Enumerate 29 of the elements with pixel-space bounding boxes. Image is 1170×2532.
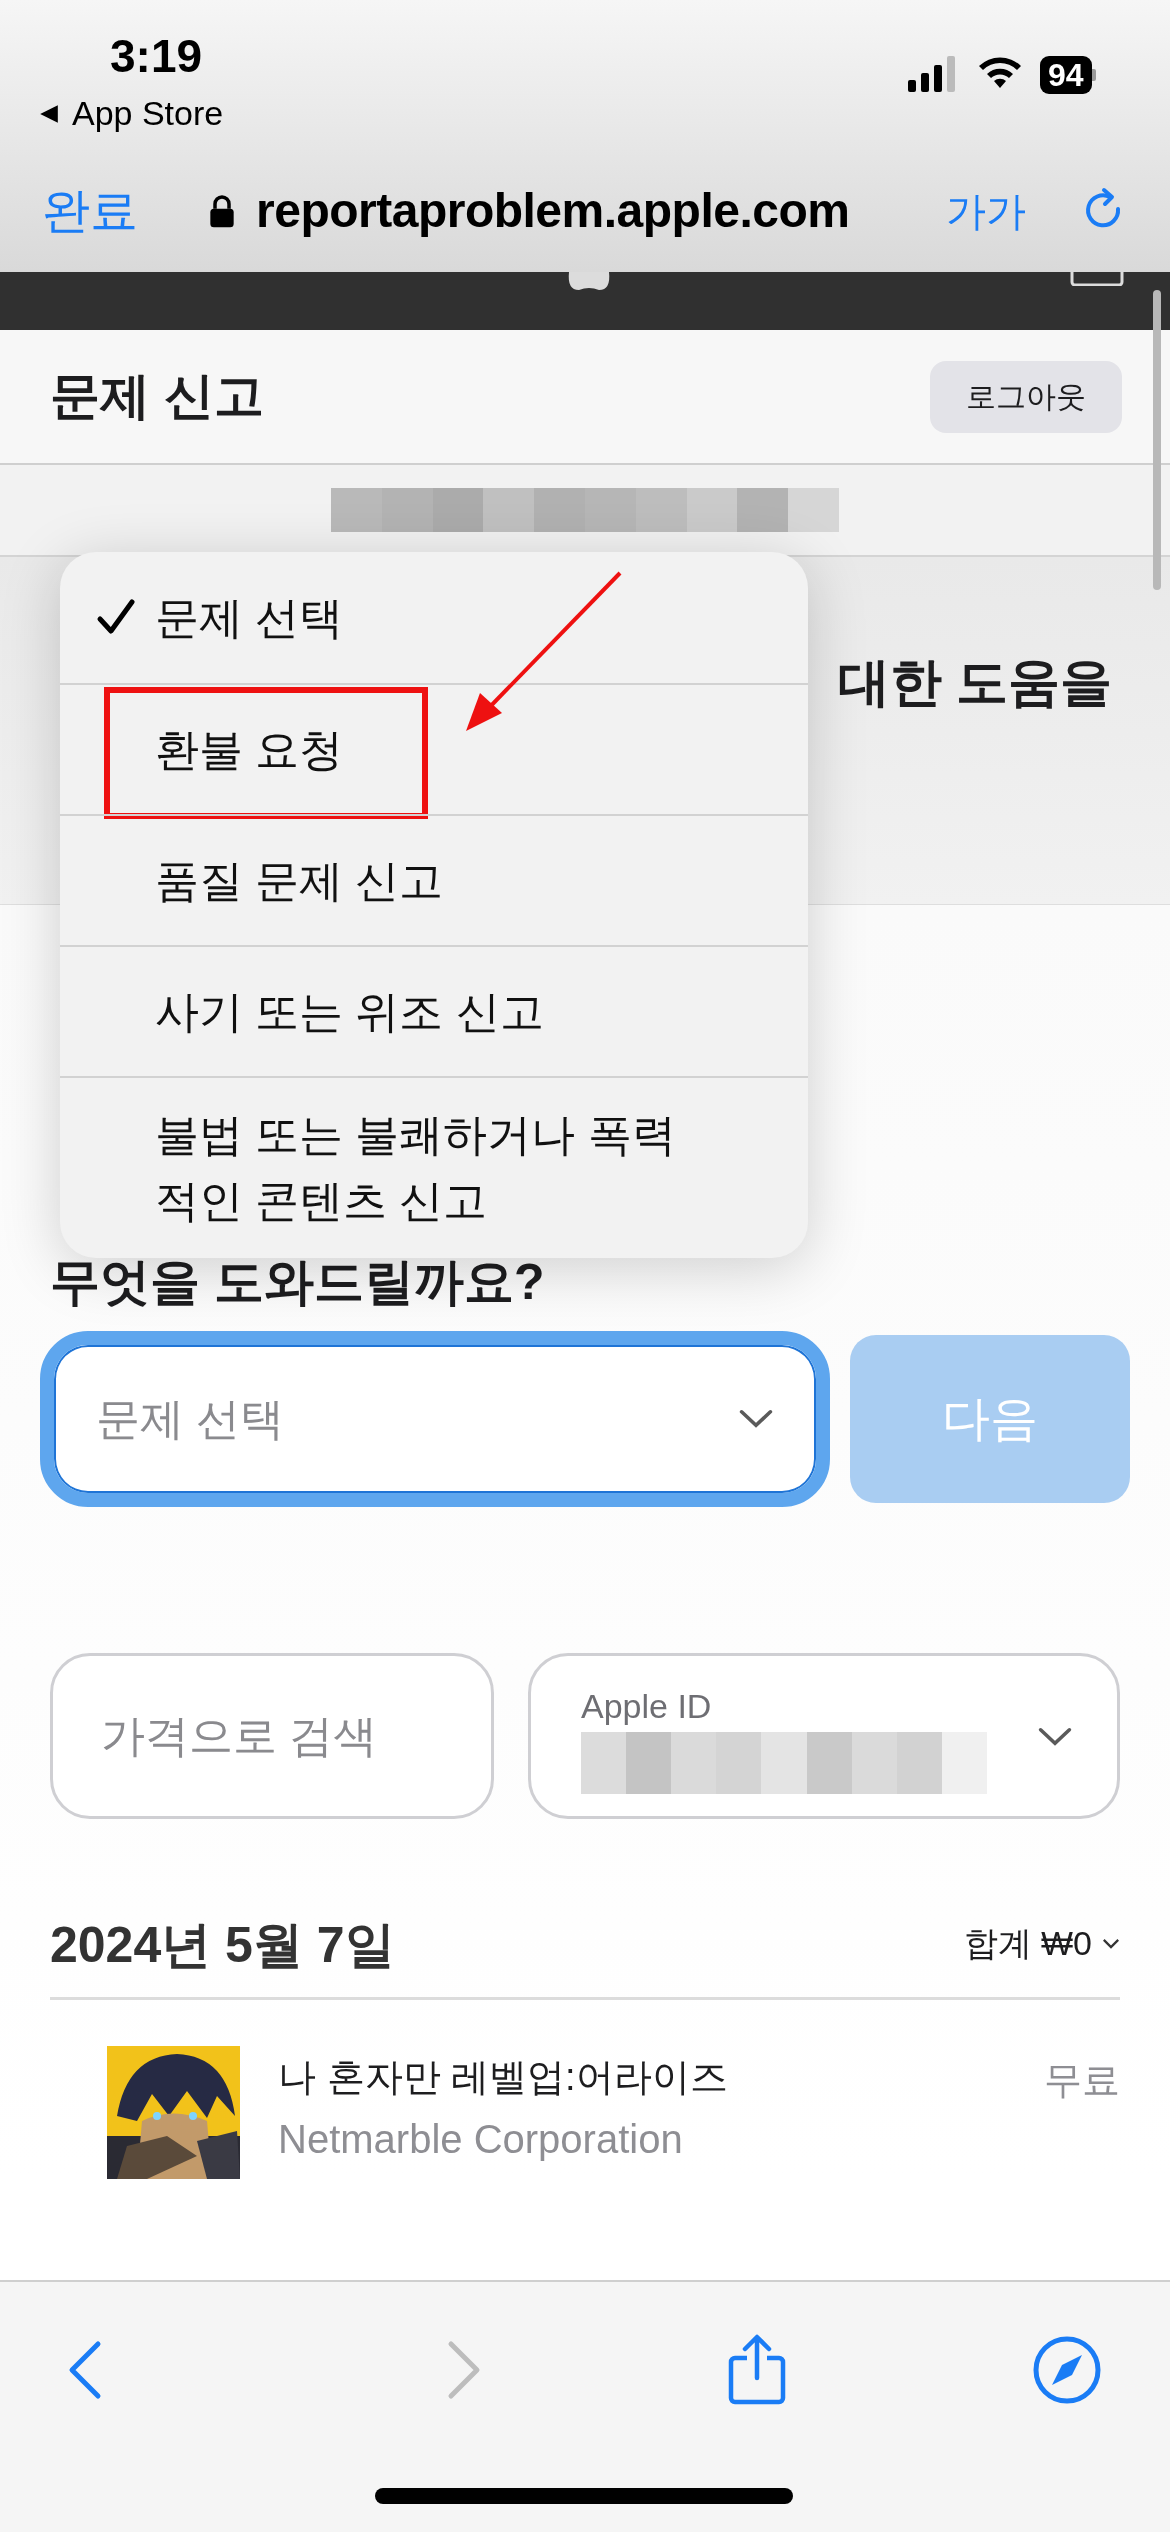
chevron-down-icon — [738, 1408, 774, 1430]
dropdown-option[interactable]: 품질 문제 신고 — [60, 814, 808, 945]
total-dropdown[interactable]: 합계 ₩0 — [963, 1918, 1120, 1975]
dropdown-option[interactable]: 불법 또는 불쾌하거나 폭력적인 콘텐츠 신고 — [60, 1076, 808, 1258]
back-to-app-link[interactable]: App Store — [38, 88, 224, 139]
lock-icon — [208, 193, 236, 229]
chevron-down-icon — [1037, 1726, 1073, 1748]
app-title: 나 혼자만 레벨업:어라이즈 — [278, 2055, 728, 2100]
back-icon[interactable] — [68, 2340, 102, 2400]
purchase-row[interactable]: 나 혼자만 레벨업:어라이즈 Netmarble Corporation 무료 — [107, 2046, 1120, 2179]
developer-name: Netmarble Corporation — [278, 2116, 684, 2163]
scrollbar[interactable] — [1153, 290, 1161, 590]
checkmark-icon — [96, 597, 136, 637]
price-search-field[interactable]: 가격으로 검색 — [50, 1653, 494, 1819]
share-icon[interactable] — [726, 2334, 787, 2406]
apple-id-select[interactable]: Apple ID — [528, 1653, 1120, 1819]
status-time: 3:19 — [110, 29, 203, 84]
purchase-date: 2024년 5월 7일 — [50, 1916, 395, 1975]
dropdown-option[interactable]: 환불 요청 — [60, 683, 808, 814]
page-heading: 대한 도움을 — [837, 652, 1112, 709]
app-price: 무료 — [1044, 2058, 1120, 2103]
page-title: 문제 신고 — [50, 367, 264, 426]
address-bar[interactable]: reportaproblem.apple.com — [208, 175, 850, 247]
compass-icon[interactable] — [1032, 2335, 1102, 2405]
dropdown-option[interactable]: 사기 또는 위조 신고 — [60, 945, 808, 1076]
logout-button[interactable]: 로그아웃 — [930, 360, 1122, 433]
dropdown-option[interactable]: 문제 선택 — [60, 552, 808, 683]
chevron-down-icon — [1102, 1938, 1120, 1949]
back-triangle-icon — [38, 102, 60, 125]
